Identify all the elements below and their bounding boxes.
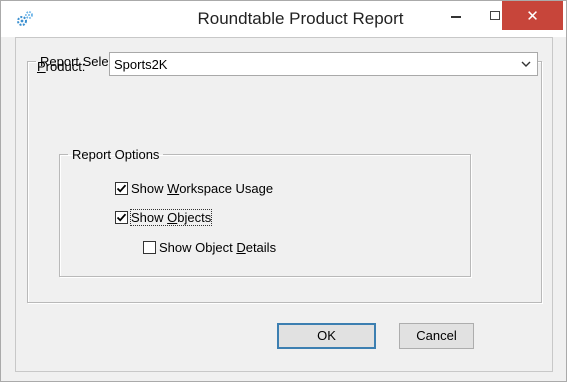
report-dialog: Roundtable Product Report ✕ Report Selec… xyxy=(0,0,567,382)
ok-button[interactable]: OK xyxy=(277,323,376,349)
title-bar[interactable]: Roundtable Product Report ✕ xyxy=(1,1,566,37)
maximize-icon xyxy=(490,10,500,20)
show-workspace-usage-checkbox[interactable]: Show Workspace Usage xyxy=(115,179,273,197)
close-button[interactable]: ✕ xyxy=(502,1,563,30)
close-icon: ✕ xyxy=(526,6,539,25)
show-workspace-usage-label: Show Workspace Usage xyxy=(131,180,274,196)
cancel-button[interactable]: Cancel xyxy=(399,323,474,349)
report-options-label: Report Options xyxy=(72,147,160,162)
check-icon xyxy=(116,184,127,193)
show-object-details-checkbox[interactable]: Show Object Details xyxy=(143,238,276,256)
check-icon xyxy=(116,213,127,222)
product-select-value: Sports2K xyxy=(114,57,168,72)
minimize-icon xyxy=(451,16,461,18)
checkbox-box[interactable] xyxy=(115,210,128,224)
checkbox-box[interactable] xyxy=(143,240,156,254)
show-object-details-label: Show Object Details xyxy=(159,239,277,255)
chevron-down-icon xyxy=(520,58,532,70)
show-objects-label: Show Objects xyxy=(129,208,213,226)
product-label: Product: xyxy=(37,59,86,74)
show-objects-checkbox[interactable]: Show Objects xyxy=(115,208,213,226)
checkbox-box[interactable] xyxy=(115,181,128,195)
product-select[interactable]: Sports2K xyxy=(109,52,538,76)
